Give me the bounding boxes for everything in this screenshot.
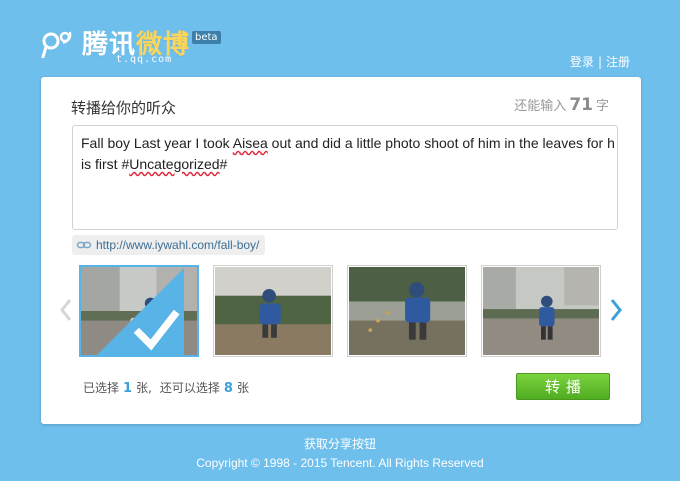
share-title: 转播给你的听众	[71, 99, 177, 117]
auth-links: 登录 | 注册	[570, 53, 630, 70]
gallery-thumbnail[interactable]	[347, 265, 467, 357]
gallery-thumbnail[interactable]	[213, 265, 333, 357]
beta-badge: beta	[192, 31, 221, 44]
gallery-thumbnail[interactable]	[481, 265, 601, 357]
login-link[interactable]: 登录	[570, 55, 594, 69]
chevron-left-icon[interactable]	[59, 297, 73, 323]
selection-middle: 还可以选择	[159, 381, 220, 395]
auth-separator: |	[597, 55, 602, 69]
check-icon	[97, 268, 184, 355]
chevron-right-icon[interactable]	[609, 297, 623, 323]
selection-prefix: 已选择	[83, 381, 120, 395]
share-text-part: #	[219, 156, 228, 172]
remaining-count: 71	[569, 95, 593, 115]
remaining-suffix: 字	[595, 99, 609, 114]
selection-info: 已选择 1 张, 还可以选择 8 张	[83, 379, 249, 396]
selection-unit: 张,	[136, 381, 152, 395]
copyright: Copyright © 1998 - 2015 Tencent. All Rig…	[196, 456, 484, 470]
repost-button[interactable]: 转播	[516, 373, 610, 400]
logo-subtitle: t.qq.com	[116, 54, 173, 65]
selection-unit: 张	[236, 381, 249, 395]
get-share-button-link[interactable]: 获取分享按钮	[0, 435, 680, 452]
thumbnail-image	[349, 267, 465, 355]
gallery-thumbnail[interactable]	[79, 265, 199, 357]
remaining-select-count: 8	[223, 381, 233, 396]
tencent-weibo-logo-icon	[41, 31, 72, 58]
share-text-hashtag: Uncategorized	[129, 156, 220, 172]
thumbnail-image	[215, 267, 331, 355]
remaining-chars: 还能输入 71 字	[514, 95, 609, 115]
remaining-prefix: 还能输入	[514, 99, 567, 114]
share-card: 转播给你的听众 还能输入 71 字 Fall boy Last year I too…	[41, 77, 641, 424]
register-link[interactable]: 注册	[606, 55, 630, 69]
share-url-text: http://www.iywahl.com/fall-boy/	[96, 238, 260, 252]
share-text-part: Fall boy Last year I took	[81, 135, 233, 151]
thumbnail-image	[483, 267, 599, 355]
top-bar: 腾讯微博 beta t.qq.com 登录 | 注册	[0, 0, 680, 76]
share-url-link[interactable]: http://www.iywahl.com/fall-boy/	[72, 235, 266, 255]
image-gallery	[79, 265, 611, 361]
link-icon	[76, 241, 92, 249]
share-text-misspelled-word: Aisea	[232, 135, 268, 151]
share-text-input[interactable]: Fall boy Last year I took Aisea out and …	[72, 125, 618, 230]
selected-count: 1	[123, 381, 133, 396]
